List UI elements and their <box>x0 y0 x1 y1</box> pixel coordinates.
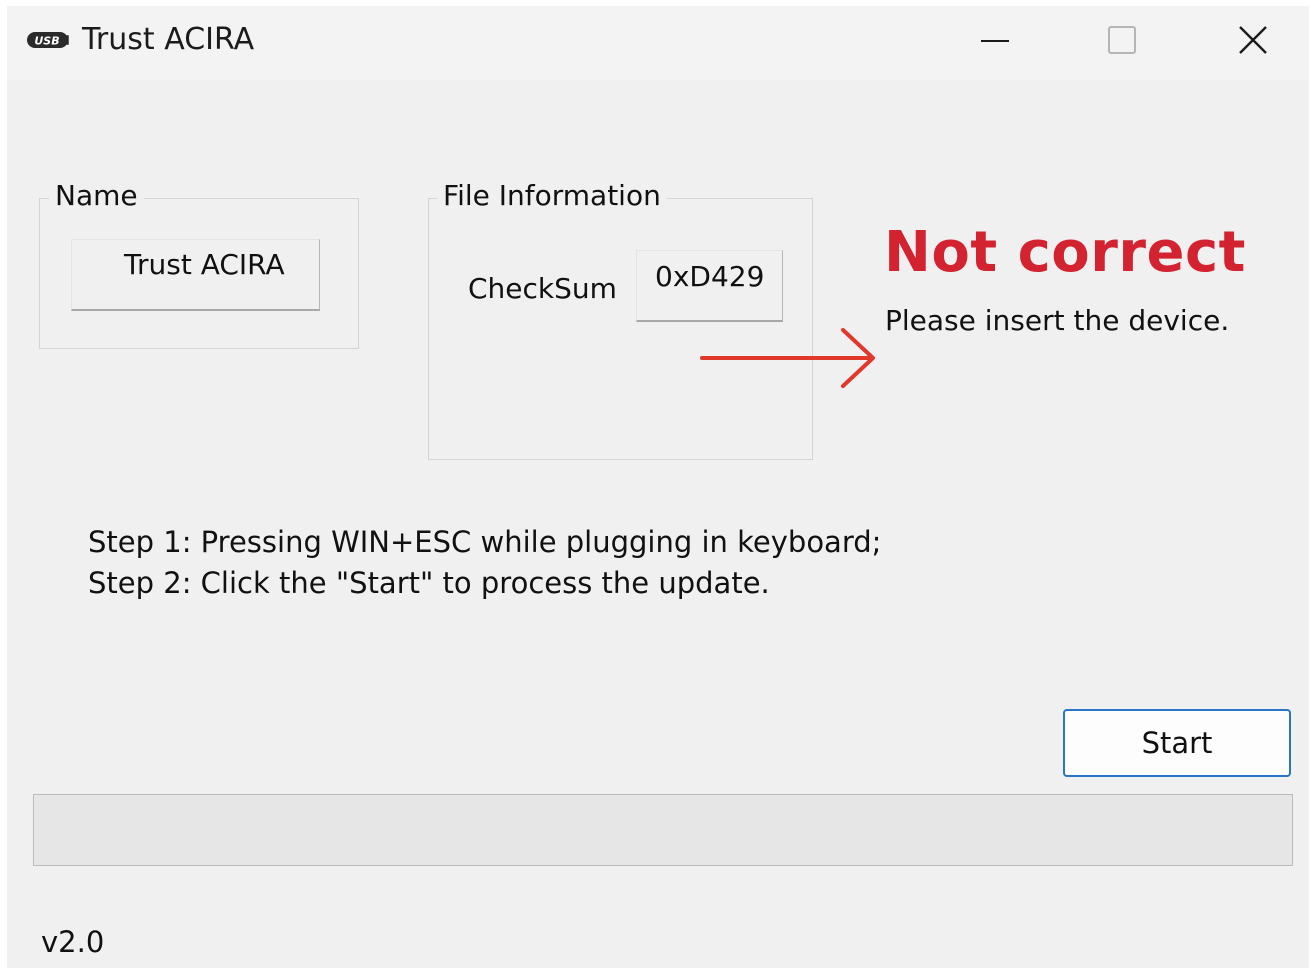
instructions: Step 1: Pressing WIN+ESC while plugging … <box>88 522 881 604</box>
version-label: v2.0 <box>41 925 105 959</box>
close-button[interactable] <box>1193 6 1309 76</box>
step-2-text: Step 2: Click the "Start" to process the… <box>88 566 770 600</box>
step-1-text: Step 1: Pressing WIN+ESC while plugging … <box>88 525 882 559</box>
name-group-label: Name <box>49 177 144 215</box>
maximize-icon <box>1108 26 1136 54</box>
close-icon <box>1239 26 1267 54</box>
title-bar[interactable]: USB Trust ACIRA <box>7 6 1309 80</box>
red-arrow-icon <box>700 328 875 388</box>
checksum-label: CheckSum <box>468 272 617 305</box>
file-information-label: File Information <box>437 177 667 215</box>
progress-bar <box>33 794 1293 866</box>
svg-text:USB: USB <box>34 35 59 48</box>
maximize-button[interactable] <box>1065 6 1181 76</box>
checksum-value-field: 0xD429 <box>636 250 783 322</box>
status-title: Not correct <box>884 220 1246 285</box>
status-message: Please insert the device. <box>885 304 1230 337</box>
updater-window: USB Trust ACIRA Name Trust ACIRA File In… <box>7 6 1309 968</box>
device-name-field: Trust ACIRA <box>71 239 320 311</box>
minimize-button[interactable] <box>937 6 1053 76</box>
usb-icon: USB <box>26 31 70 49</box>
start-button[interactable]: Start <box>1063 709 1291 777</box>
window-title: Trust ACIRA <box>82 22 255 57</box>
minimize-icon <box>981 40 1009 42</box>
